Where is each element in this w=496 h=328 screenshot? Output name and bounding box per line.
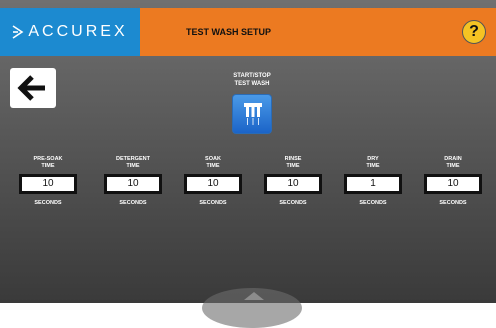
chevron-up-icon — [244, 292, 264, 300]
drain-time-setting: DRAIN TIME 10 SECONDS — [421, 150, 485, 206]
brand-logo: ACCUREX — [0, 8, 140, 56]
setting-label-line1: DRY — [367, 156, 379, 162]
header-bar: ACCUREX TEST WASH SETUP ? — [0, 8, 496, 56]
setting-label-line2: TIME — [446, 163, 460, 169]
setting-unit: SECONDS — [359, 200, 387, 206]
pre-soak-time-setting: PRE-SOAK TIME 10 SECONDS — [16, 150, 80, 206]
start-stop-test-wash-button[interactable] — [232, 94, 272, 134]
setting-label-line1: DETERGENT — [116, 156, 150, 162]
soak-time-setting: SOAK TIME 10 SECONDS — [181, 150, 245, 206]
setting-label-line1: SOAK — [205, 156, 221, 162]
setting-unit: SECONDS — [279, 200, 307, 206]
start-stop-label: START/STOP TEST WASH — [202, 72, 302, 88]
arrow-left-icon — [17, 75, 45, 101]
start-stop-label-line1: START/STOP — [233, 73, 271, 79]
screen: ACCUREX TEST WASH SETUP ? START/STOP TES… — [0, 0, 496, 328]
setting-label-line1: DRAIN — [444, 156, 462, 162]
setting-label: RINSE TIME — [261, 150, 325, 170]
setting-label: SOAK TIME — [181, 150, 245, 170]
setting-unit: SECONDS — [34, 200, 62, 206]
drain-time-input[interactable]: 10 — [424, 174, 482, 194]
setting-unit: SECONDS — [119, 200, 147, 206]
setting-label: DRY TIME — [341, 150, 405, 170]
detergent-time-setting: DETERGENT TIME 10 SECONDS — [101, 150, 165, 206]
rinse-time-input[interactable]: 10 — [264, 174, 322, 194]
dry-time-input[interactable]: 1 — [344, 174, 402, 194]
soak-time-input[interactable]: 10 — [184, 174, 242, 194]
page-title: TEST WASH SETUP — [186, 27, 272, 37]
pre-soak-time-input[interactable]: 10 — [19, 174, 77, 194]
setting-label-line1: PRE-SOAK — [33, 156, 63, 162]
rinse-time-setting: RINSE TIME 10 SECONDS — [261, 150, 325, 206]
setting-label-line2: TIME — [126, 163, 140, 169]
start-stop-label-line2: TEST WASH — [234, 81, 270, 87]
setting-label: DRAIN TIME — [421, 150, 485, 170]
spray-nozzle-icon — [244, 103, 262, 125]
help-button[interactable]: ? — [462, 20, 486, 44]
brand-name: ACCUREX — [28, 23, 128, 40]
setting-label: DETERGENT TIME — [101, 150, 165, 170]
detergent-time-input[interactable]: 10 — [104, 174, 162, 194]
dry-time-setting: DRY TIME 1 SECONDS — [341, 150, 405, 206]
setting-unit: SECONDS — [439, 200, 467, 206]
setting-label-line2: TIME — [206, 163, 220, 169]
setting-label-line1: RINSE — [284, 156, 302, 162]
setting-label-line2: TIME — [366, 163, 380, 169]
setting-label-line2: TIME — [286, 163, 300, 169]
setting-unit: SECONDS — [199, 200, 227, 206]
setting-label: PRE-SOAK TIME — [16, 150, 80, 170]
setting-label-line2: TIME — [41, 163, 55, 169]
back-button[interactable] — [10, 68, 56, 108]
logo-mark-icon — [12, 25, 24, 39]
